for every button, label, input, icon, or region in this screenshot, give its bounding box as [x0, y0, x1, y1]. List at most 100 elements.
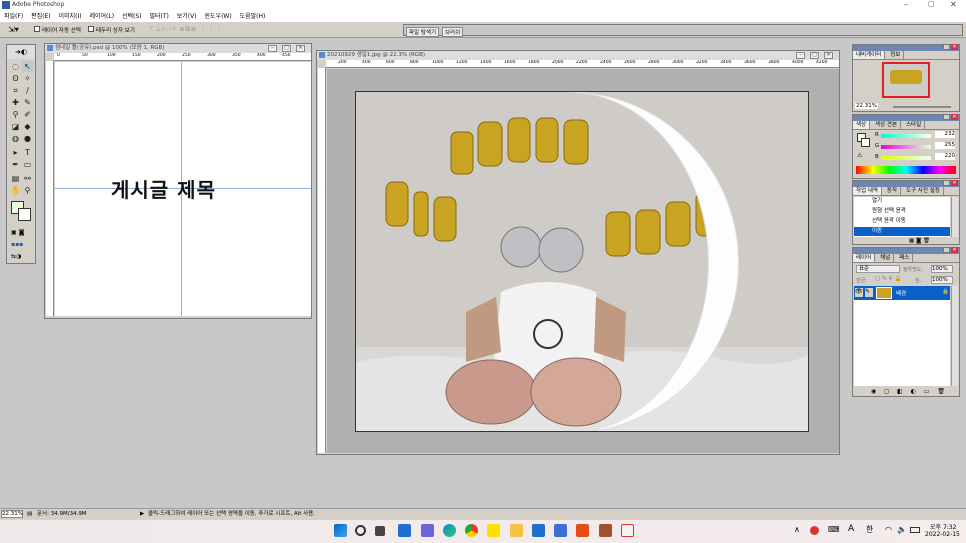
brush-link-icon[interactable]: ✎ [865, 288, 873, 297]
status-zoom[interactable]: 22.31% [1, 510, 23, 518]
keyboard-icon[interactable]: ⌨ [828, 525, 840, 534]
clock-date[interactable]: 2022-02-15 [925, 531, 960, 538]
navigator-zoom-slider[interactable] [893, 106, 951, 108]
history-item-open[interactable]: 열기 [854, 197, 950, 206]
photoshop-taskbar-icon[interactable] [621, 524, 634, 537]
history-item-move-selection[interactable]: 선택 윤곽 이동 [854, 217, 950, 226]
tray-app-icon[interactable] [810, 526, 819, 535]
navigator-panel-titlebar[interactable]: ✕ [853, 44, 959, 51]
opacity-input[interactable]: 100% [931, 265, 953, 273]
layers-panel-titlebar[interactable]: ✕ [853, 247, 959, 254]
birthday-photo[interactable] [355, 91, 809, 432]
battery-icon[interactable] [910, 527, 920, 533]
status-arrow-icon[interactable]: ▶ [140, 509, 144, 519]
layer-row-background[interactable]: 👁 ✎ 배경 🔒 [854, 286, 950, 300]
task-view-icon[interactable] [375, 526, 385, 536]
color-r-value[interactable]: 232 [935, 131, 955, 138]
color-g-value[interactable]: 255 [935, 142, 955, 149]
input-lang[interactable]: A [848, 524, 854, 534]
move-tool-icon[interactable]: ↖ [22, 61, 33, 72]
background-color-swatch[interactable] [18, 208, 31, 221]
history-item-elliptical-marquee[interactable]: 원형 선택 윤곽 [854, 207, 950, 216]
chat-icon[interactable] [421, 524, 434, 537]
doc1-titlebar[interactable]: 썸네일 틀(공유).psd @ 100% (모양 1, RGB) – ▢ ✕ [45, 44, 311, 53]
crop-tool-icon[interactable]: ⌗ [10, 85, 21, 96]
doc1-minimize-button[interactable]: – [268, 45, 277, 52]
fill-input[interactable]: 100% [931, 276, 953, 284]
tab-color[interactable]: 색상 [853, 121, 871, 129]
color-spectrum-bar[interactable] [856, 166, 956, 174]
navigator-zoom-value[interactable]: 22.31% [855, 103, 878, 109]
doc2-maximize-button[interactable]: ▢ [810, 52, 819, 59]
magic-wand-icon[interactable]: ✧ [22, 73, 33, 84]
shape-tool-icon[interactable]: ▭ [22, 159, 33, 170]
marquee-tool-icon[interactable]: ◌ [10, 61, 21, 72]
mail-icon[interactable] [532, 524, 545, 537]
pen-tool-icon[interactable]: ✒ [10, 159, 21, 170]
lasso-tool-icon[interactable]: ʘ [10, 73, 21, 84]
eraser-tool-icon[interactable]: ◪ [10, 121, 21, 132]
align-icons[interactable]: ⊤⊥⊢⊣ ⧈⧉⧈ ⋮⋮⋮ [148, 25, 224, 34]
color-b-slider[interactable] [881, 156, 931, 160]
color-minimize-button[interactable] [943, 114, 950, 120]
file-explorer-icon[interactable] [510, 524, 523, 537]
menu-layer[interactable]: 레이어(L) [89, 13, 114, 20]
calendar-icon[interactable] [554, 524, 567, 537]
history-footer-icons[interactable]: ▦ ◙ 🗑 [909, 238, 930, 244]
tab-tool-presets[interactable]: 도구 사전 설정 [903, 187, 944, 195]
color-bg-swatch[interactable] [861, 138, 870, 147]
show-bounds-checkbox[interactable] [88, 26, 94, 32]
hand-tool-icon[interactable]: ✋ [10, 185, 21, 196]
history-brush-icon[interactable]: ✐ [22, 109, 33, 120]
doc2-titlebar[interactable]: 20210929 생일1.jpg @ 22.3% (RGB) – ▢ ✕ [317, 51, 839, 60]
tab-actions[interactable]: 동작 [884, 187, 902, 195]
menu-filter[interactable]: 필터(T) [149, 13, 168, 20]
healing-brush-icon[interactable]: ✚ [10, 97, 21, 108]
history-panel-titlebar[interactable]: ✕ [853, 180, 959, 187]
move-tool-preset-icon[interactable]: ⇲▾ [8, 25, 19, 34]
doc1-title-text[interactable]: 게시글 제목 [111, 174, 261, 203]
path-select-icon[interactable]: ▸ [10, 147, 21, 158]
screen-mode-icon[interactable]: ▪▪▪ [11, 241, 33, 249]
history-item-move[interactable]: 이동 [854, 227, 950, 236]
search-icon[interactable] [355, 525, 366, 536]
layers-minimize-button[interactable] [943, 247, 950, 253]
layers-footer-icons[interactable]: ◉ ◻ ◧ ◐ ▭ 🗑 [871, 388, 948, 395]
color-g-slider[interactable] [881, 145, 931, 149]
status-doc-size[interactable]: 문서: 34.9M/34.9M [37, 509, 87, 519]
tab-navigator[interactable]: 내비게이터 [853, 51, 886, 59]
menu-select[interactable]: 선택(S) [122, 13, 142, 20]
tray-chevron-icon[interactable]: ∧ [794, 525, 800, 534]
tab-styles[interactable]: 스타일 [903, 121, 926, 129]
quickmask-icon[interactable]: ▣ ◙ [11, 229, 31, 237]
widgets-icon[interactable] [398, 524, 411, 537]
doc1-maximize-button[interactable]: ▢ [282, 45, 291, 52]
history-close-button[interactable]: ✕ [951, 180, 958, 186]
blur-tool-icon[interactable]: ◍ [10, 133, 21, 144]
navigator-thumbnail[interactable] [882, 62, 930, 98]
menu-file[interactable]: 파일(F) [4, 13, 23, 20]
type-tool-icon[interactable]: T [22, 147, 33, 158]
restore-button[interactable]: ▢ [928, 0, 935, 8]
auto-select-checkbox[interactable] [34, 26, 40, 32]
color-panel-titlebar[interactable]: ✕ [853, 114, 959, 121]
brush-tool-icon[interactable]: ✎ [22, 97, 33, 108]
minimize-button[interactable]: – [904, 0, 908, 9]
eyedropper-icon[interactable]: ⚯ [22, 173, 33, 184]
notes-tool-icon[interactable]: ▤ [10, 173, 21, 184]
color-b-value[interactable]: 220 [935, 153, 955, 160]
doc2-minimize-button[interactable]: – [796, 52, 805, 59]
layers-scrollbar[interactable] [951, 286, 958, 386]
navigator-close-button[interactable]: ✕ [951, 44, 958, 50]
tab-swatches[interactable]: 색상 견본 [872, 121, 902, 129]
color-close-button[interactable]: ✕ [951, 114, 958, 120]
history-scrollbar[interactable] [951, 197, 958, 237]
menu-help[interactable]: 도움말(H) [240, 13, 266, 20]
jump-to-imageready-icon[interactable]: ⇆◑ [11, 253, 33, 261]
office-icon[interactable] [576, 524, 589, 537]
navigator-minimize-button[interactable] [943, 44, 950, 50]
tab-info[interactable]: 정보 [887, 51, 905, 59]
tab-layers[interactable]: 레이어 [853, 254, 876, 262]
chrome-icon[interactable] [465, 524, 478, 537]
kakaotalk-icon[interactable] [487, 524, 500, 537]
